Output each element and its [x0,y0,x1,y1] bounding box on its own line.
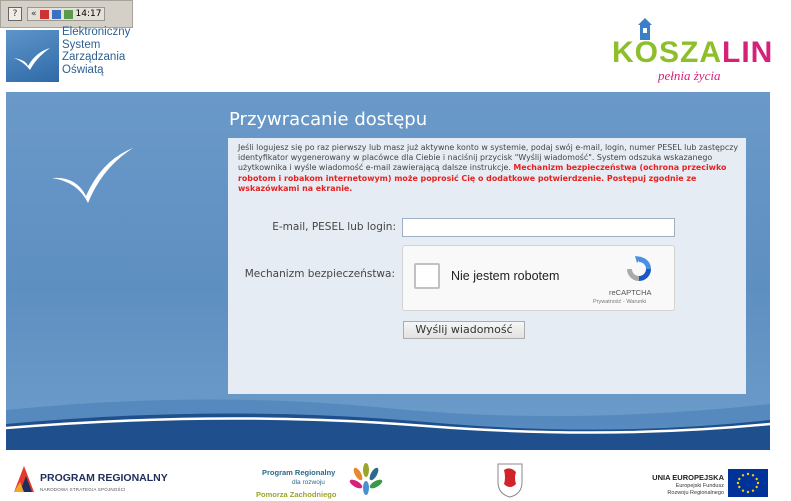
koszalin-logo[interactable]: KOSZALIN pełnia życia [610,18,773,88]
eu-fund-line2: Rozwoju Regionalnego [667,489,724,496]
eu-flag-icon [728,469,768,497]
instructions: Jeśli logujesz się po raz pierwszy lub m… [238,143,743,194]
eu-fund: Europejski Fundusz Rozwoju Regionalnego [640,483,724,496]
login-label: E-mail, PESEL lub login: [272,221,396,233]
page-title: Przywracanie dostępu [229,109,428,130]
system-logo[interactable]: Elektroniczny System Zarządzania Oświatą [6,20,146,86]
login-input[interactable] [402,218,675,237]
program-regionalny-mark-icon [14,466,34,492]
volume-icon[interactable] [51,9,61,19]
network-icon[interactable] [39,9,49,19]
recaptcha-links[interactable]: Prywatność - Warunki [593,299,646,305]
help-icon[interactable]: ? [8,7,22,21]
captcha-checkbox[interactable] [414,263,440,289]
pomorze-line2: dla rozwoju [292,479,325,486]
koszalin-wordmark: KOSZALIN [612,36,773,70]
program-regionalny-subtitle: NARODOWA STRATEGIA SPÓJNOŚCI [40,487,126,492]
monitor-icon[interactable] [63,9,73,19]
program-regionalny-logo[interactable]: PROGRAM REGIONALNY NARODOWA STRATEGIA SP… [12,462,192,498]
captcha-label: Nie jestem robotem [451,269,560,283]
recaptcha-icon [627,256,651,281]
wordmark-part1: KOSZA [612,36,722,69]
system-logo-line: Elektroniczny [62,26,131,38]
coat-of-arms-icon[interactable] [496,462,524,498]
pomorze-line3: Pomorza Zachodniego [256,490,337,499]
recaptcha-widget: Nie jestem robotem reCAPTCHA Prywatność … [402,245,675,311]
system-logo-line: Zarządzania [62,51,126,63]
system-logo-line: System [62,38,101,51]
checkmark-logo-icon [14,48,50,70]
system-logo-line: Oświatą [62,63,104,76]
recaptcha-brand: reCAPTCHA [609,288,652,297]
eu-logo[interactable]: UNIA EUROPEJSKA Europejski Fundusz Rozwo… [640,466,770,500]
eu-title: UNIA EUROPEJSKA [652,473,724,482]
expand-tray-icon[interactable]: « [31,9,37,19]
koszalin-tagline: pełnia życia [658,68,721,83]
system-logo-text: Elektroniczny System Zarządzania Oświatą [62,26,130,76]
send-message-button[interactable]: Wyślij wiadomość [403,321,525,339]
system-logo-mark [6,30,59,82]
tray-icons: « 14:17 [27,7,106,21]
wordmark-part2: LIN [722,36,774,69]
security-label: Mechanizm bezpieczeństwa: [244,268,395,280]
clock[interactable]: 14:17 [76,9,102,19]
program-regionalny-title: PROGRAM REGIONALNY [40,472,168,484]
pomorze-logo[interactable]: Program Regionalny dla rozwoju Pomorza Z… [248,462,388,500]
pomorze-line1: Program Regionalny [262,468,336,477]
leaves-icon [349,463,383,495]
checkmark-swoosh-icon [52,148,133,203]
